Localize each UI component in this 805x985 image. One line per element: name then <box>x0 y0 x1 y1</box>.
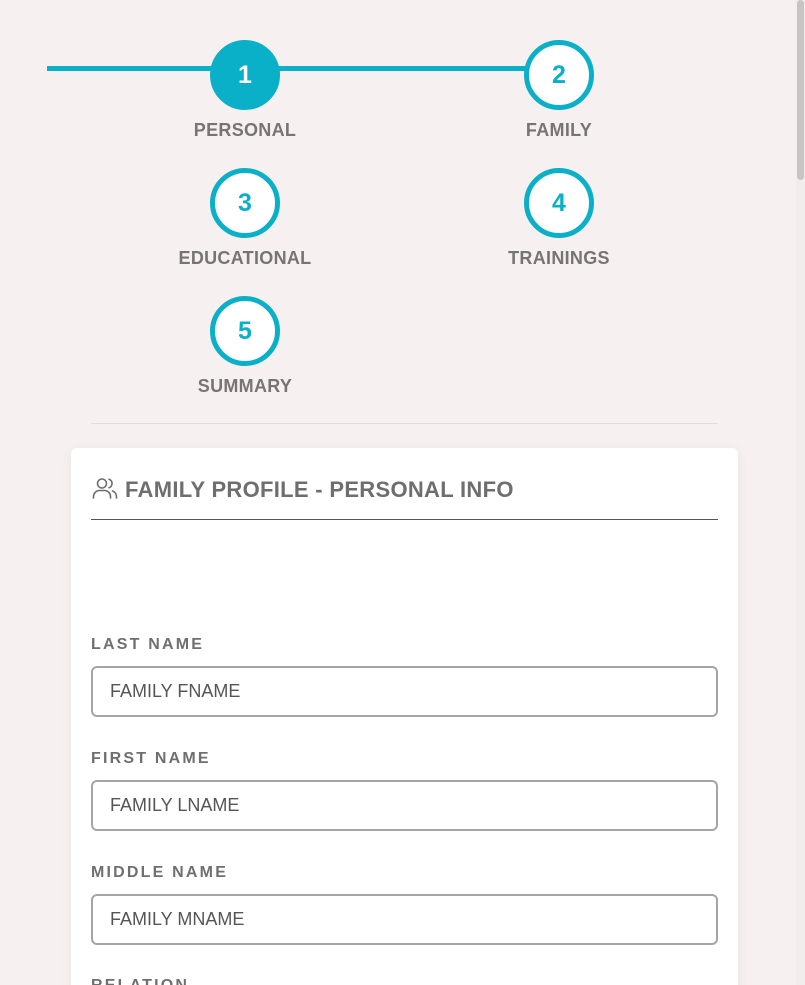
middle-name-label: MIDDLE NAME <box>91 864 229 881</box>
family-profile-card: FAMILY PROFILE - PERSONAL INFO LAST NAME… <box>71 448 738 985</box>
step-3-label: EDUCATIONAL <box>178 248 312 268</box>
users-icon <box>92 478 118 499</box>
last-name-label: LAST NAME <box>91 636 205 653</box>
step-family[interactable]: 2 FAMILY <box>479 40 639 141</box>
step-1-circle[interactable]: 1 <box>210 40 280 110</box>
scrollbar-track[interactable] <box>796 0 805 985</box>
step-trainings[interactable]: 4 TRAININGS <box>479 168 639 269</box>
step-1-label: PERSONAL <box>193 120 297 140</box>
first-name-input[interactable] <box>91 780 718 831</box>
step-5-label: SUMMARY <box>197 376 293 396</box>
first-name-label: FIRST NAME <box>91 750 211 767</box>
page: 1 PERSONAL 2 FAMILY 3 EDUCATIONAL 4 TRAI… <box>0 0 805 985</box>
card-title: FAMILY PROFILE - PERSONAL INFO <box>125 477 514 502</box>
step-3-circle[interactable]: 3 <box>210 168 280 238</box>
step-5-circle[interactable]: 5 <box>210 296 280 366</box>
section-divider <box>91 423 718 424</box>
step-summary[interactable]: 5 SUMMARY <box>165 296 325 397</box>
step-2-label: FAMILY <box>525 120 593 140</box>
step-educational[interactable]: 3 EDUCATIONAL <box>165 168 325 269</box>
step-4-circle[interactable]: 4 <box>524 168 594 238</box>
relation-label: RELATION <box>91 977 189 985</box>
step-personal[interactable]: 1 PERSONAL <box>165 40 325 141</box>
step-4-label: TRAININGS <box>508 248 610 268</box>
middle-name-input[interactable] <box>91 894 718 945</box>
scrollbar-thumb[interactable] <box>797 0 804 180</box>
last-name-input[interactable] <box>91 666 718 717</box>
step-2-circle[interactable]: 2 <box>524 40 594 110</box>
card-header: FAMILY PROFILE - PERSONAL INFO <box>91 473 718 520</box>
